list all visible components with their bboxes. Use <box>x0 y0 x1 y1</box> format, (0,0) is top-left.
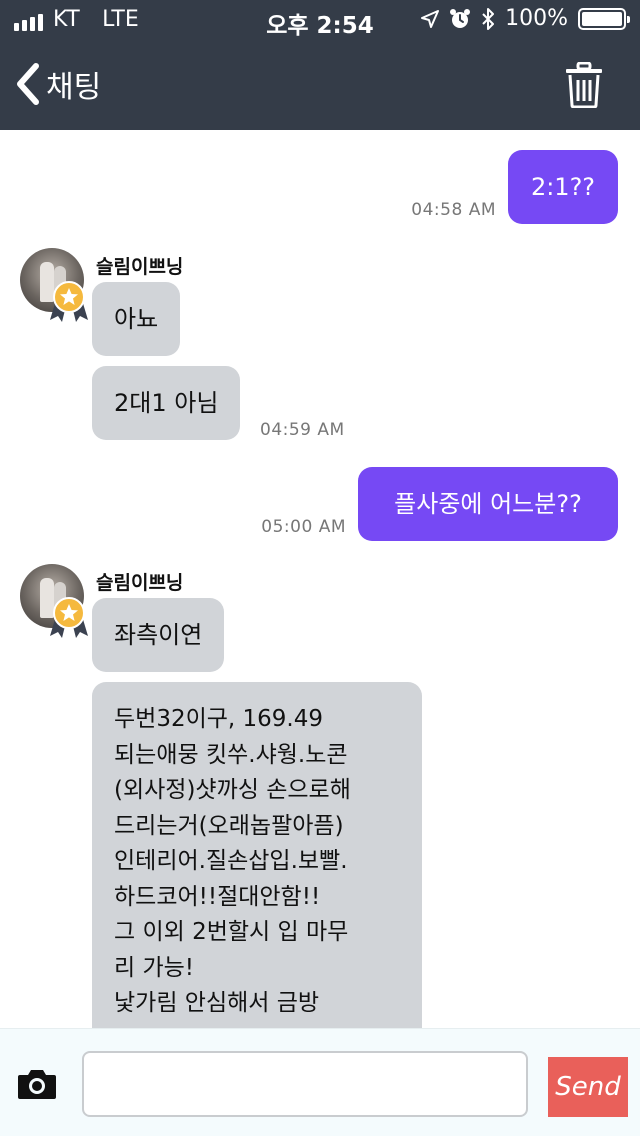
message-input[interactable] <box>82 1051 528 1117</box>
trash-icon[interactable] <box>564 62 604 108</box>
chevron-left-icon <box>17 63 39 105</box>
incoming-bubble[interactable]: 2대1 아님 <box>92 366 241 440</box>
message-list[interactable]: 04:58 AM 2:1?? 슬림이쁘닝 아뇨 2대1 아님 04:59 AM … <box>0 130 640 1028</box>
composer-bar: Send <box>0 1028 640 1136</box>
chat-screen: KT LTE 오후 2:54 100% 채팅 04:58 AM 2:1?? 슬림… <box>0 0 640 1136</box>
send-button[interactable]: Send <box>548 1057 628 1117</box>
incoming-bubble[interactable]: 아뇨 <box>92 282 181 356</box>
status-right: 100% <box>421 6 630 31</box>
message-timestamp: 05:00 AM <box>261 517 346 537</box>
location-arrow-icon <box>421 9 440 28</box>
nav-title: 채팅 <box>46 70 102 105</box>
bluetooth-icon <box>482 7 495 30</box>
outgoing-message: 05:00 AM 플사중에 어느분?? <box>261 467 618 541</box>
message-timestamp: 04:59 AM <box>260 420 345 440</box>
outgoing-bubble[interactable]: 2:1?? <box>508 150 618 224</box>
sender-name: 슬림이쁘닝 <box>96 572 184 594</box>
outgoing-message: 04:58 AM 2:1?? <box>411 150 618 224</box>
incoming-message-group: 슬림이쁘닝 아뇨 2대1 아님 04:59 AM <box>20 248 620 448</box>
incoming-bubble[interactable]: 두번32이구, 169.49 되는애뭉 킷쑤.샤웡.노콘 (외사정)샷까싱 손으… <box>92 682 422 1028</box>
message-timestamp: 04:58 AM <box>411 200 496 220</box>
battery-icon <box>578 7 630 30</box>
outgoing-bubble[interactable]: 플사중에 어느분?? <box>358 467 618 541</box>
status-bar: KT LTE 오후 2:54 100% <box>0 0 640 40</box>
incoming-bubble[interactable]: 좌측이연 <box>92 598 225 672</box>
star-badge-icon <box>50 597 88 638</box>
top-bar: KT LTE 오후 2:54 100% 채팅 <box>0 0 640 130</box>
sender-name: 슬림이쁘닝 <box>96 256 184 278</box>
camera-icon[interactable] <box>16 1067 58 1101</box>
nav-bar: 채팅 <box>0 40 640 130</box>
incoming-message-group: 슬림이쁘닝 좌측이연 두번32이구, 169.49 되는애뭉 킷쑤.샤웡.노콘 … <box>20 564 620 1028</box>
star-badge-icon <box>50 281 88 322</box>
battery-percent: 100% <box>505 6 568 31</box>
alarm-clock-icon <box>450 8 471 28</box>
back-button[interactable]: 채팅 <box>14 60 101 108</box>
